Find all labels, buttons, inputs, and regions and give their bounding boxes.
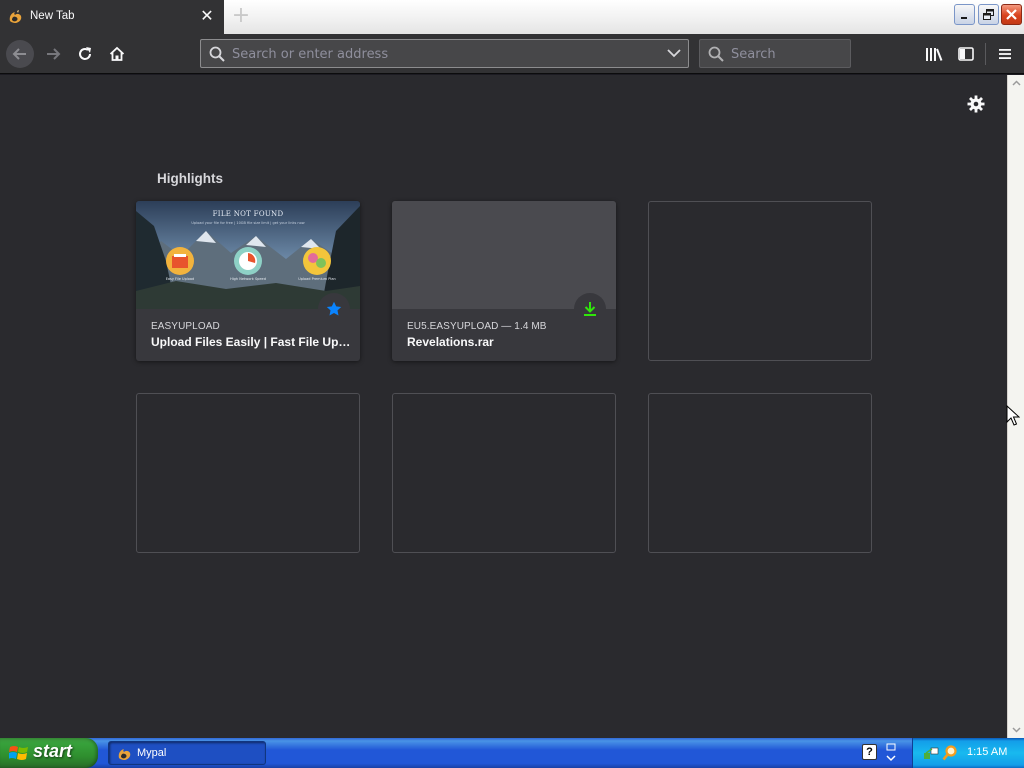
library-icon [926,48,943,61]
start-label: start [33,741,73,761]
library-button[interactable] [921,41,947,67]
help-icon[interactable]: ? [862,744,877,760]
close-icon [1006,9,1017,20]
card-host: EASYUPLOAD [151,321,220,332]
card-title: Revelations.rar [407,335,494,349]
network-tray-icon[interactable] [923,745,939,761]
navigation-toolbar [0,34,1024,74]
back-arrow-icon [12,48,26,60]
thumb-subtext: Upload your file for free | 10GB file si… [191,221,305,225]
search-tray-icon[interactable] [942,745,958,761]
tab-title: New Tab [30,10,75,22]
window-close-button[interactable] [1001,4,1022,25]
premium-plan-feature-icon [303,247,331,275]
empty-highlight-slot [648,393,872,553]
sidebar-icon [958,47,974,61]
window-restore-button[interactable] [978,4,999,25]
tab-strip: New Tab ✕ + [0,0,1024,34]
empty-highlight-slot [392,393,616,553]
thumb-heading: FILE NOT FOUND [212,210,284,218]
hamburger-menu-icon [999,49,1011,59]
toolbar-separator [985,43,986,65]
card-context-badge [574,293,606,325]
empty-highlight-slot [648,201,872,361]
thumb-feature-caption: Easy File Upload [165,277,195,281]
thumb-feature-caption: High Network Speed [230,277,266,281]
forward-button[interactable] [39,40,67,68]
reload-icon [79,47,91,60]
highlight-card-easyupload[interactable]: FILE NOT FOUND Upload your file for free… [136,201,360,361]
highlights-heading: Highlights [157,171,223,186]
download-icon [584,302,596,316]
network-speed-feature-icon [234,247,262,275]
windows-taskbar: start Mypal ? 1:15 AM [0,738,1024,768]
empty-highlight-slot [136,393,360,553]
tab-new-tab[interactable]: New Tab ✕ [0,0,224,34]
card-thumbnail [392,201,616,309]
scroll-up-arrow-icon[interactable] [1011,78,1022,89]
restore-icon [983,9,994,20]
taskbar-item-mypal[interactable]: Mypal [108,741,266,765]
card-context-badge [318,293,350,325]
start-button[interactable]: start [0,738,98,768]
gear-icon[interactable] [966,94,986,114]
tab-close-icon[interactable]: ✕ [199,8,215,24]
sidebar-toggle-button[interactable] [953,41,979,67]
chevron-down-icon[interactable] [667,48,681,58]
card-host: EU5.EASYUPLOAD — 1.4 MB [407,321,547,332]
system-tray: 1:15 AM [912,738,1024,768]
card-title: Upload Files Easily | Fast File Upl... [151,335,351,349]
easy-upload-feature-icon [166,247,194,275]
thumb-feature-caption: Upload Premium Plan [298,277,336,281]
open-menu-button[interactable] [992,41,1018,67]
search-bar[interactable] [699,39,851,68]
taskbar-item-label: Mypal [137,747,167,759]
search-icon [209,46,225,62]
scroll-down-arrow-icon[interactable] [1011,724,1022,735]
mypal-app-icon [118,749,131,760]
highlight-card-revelations[interactable]: EU5.EASYUPLOAD — 1.4 MB Revelations.rar [392,201,616,361]
address-input[interactable] [232,44,652,64]
address-bar[interactable] [200,39,689,68]
taskbar-clock: 1:15 AM [967,746,1008,758]
new-tab-page: Highlights FILE NOT FOUND Upload your fi… [0,75,1007,738]
windows-logo-icon [9,746,28,760]
home-icon [109,46,125,61]
minimize-icon [961,17,967,19]
back-button[interactable] [6,40,34,68]
forward-arrow-icon [47,48,61,60]
card-thumbnail: FILE NOT FOUND Upload your file for free… [136,201,360,309]
search-icon [708,46,724,62]
window-minimize-button[interactable] [954,4,975,25]
new-tab-plus-icon[interactable]: + [229,5,253,29]
tray-expand-icon[interactable] [884,741,898,765]
search-input[interactable] [731,44,846,64]
firefox-logo-icon [9,10,22,23]
reload-button[interactable] [71,40,99,68]
mouse-cursor-icon [1006,405,1020,426]
bookmark-star-icon [326,301,342,316]
home-button[interactable] [103,40,131,68]
